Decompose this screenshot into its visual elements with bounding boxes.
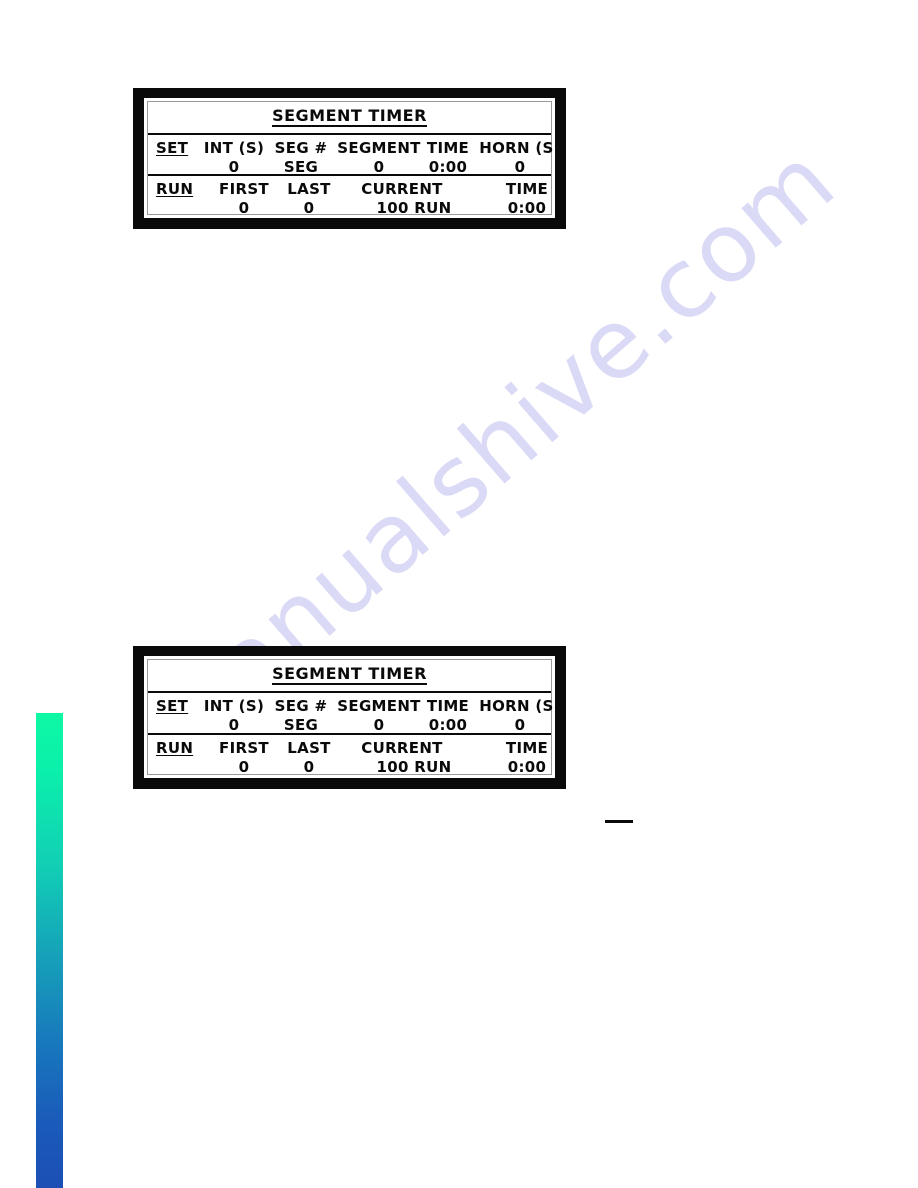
mode-label-run[interactable]: RUN xyxy=(156,740,193,756)
column-value-int-s[interactable]: 0 xyxy=(229,718,240,733)
column-header-last: LAST xyxy=(287,179,331,198)
column-value-first[interactable]: 0 xyxy=(239,200,250,216)
set-mode-section: SET INT (S) 0 SEG # SEG SEGMENT 0 TIME 0… xyxy=(148,693,560,735)
column-value-time-set[interactable]: 0:00 xyxy=(429,718,468,733)
column-header-horn-s: HORN (S) xyxy=(479,697,561,715)
mode-label-set[interactable]: SET xyxy=(156,699,188,714)
column-header-seg-num: SEG # xyxy=(274,697,328,715)
segment-timer-display-bottom: SEGMENT TIMER SET INT (S) 0 SEG # SEG SE… xyxy=(133,646,566,789)
page-title: SEGMENT TIMER xyxy=(272,107,427,128)
column-value-seg-num[interactable]: SEG xyxy=(284,160,318,175)
segment-timer-display-top: SEGMENT TIMER SET INT (S) 0 SEG # SEG SE… xyxy=(133,88,566,229)
column-value-first[interactable]: 0 xyxy=(239,759,250,775)
mode-label-set[interactable]: SET xyxy=(156,141,188,156)
column-value-seg-num[interactable]: SEG xyxy=(284,718,318,733)
column-value-int-s[interactable]: 0 xyxy=(229,160,240,175)
lcd-bezel-inner: SEGMENT TIMER SET INT (S) 0 SEG # SEG SE… xyxy=(144,656,560,778)
stray-dash-mark xyxy=(605,820,633,823)
column-header-horn-s: HORN (S) xyxy=(479,139,561,157)
column-value-horn-s[interactable]: 0 xyxy=(515,718,526,733)
column-value-time-run[interactable]: 0:00 xyxy=(508,200,547,216)
column-header-current: CURRENT xyxy=(361,179,443,198)
page-edge-gradient-bar xyxy=(36,713,63,1188)
column-header-time-set: TIME xyxy=(426,697,470,715)
column-value-time-set[interactable]: 0:00 xyxy=(429,160,468,175)
column-header-time-run: TIME xyxy=(505,179,549,198)
set-mode-section: SET INT (S) 0 SEG # SEG SEGMENT 0 TIME 0… xyxy=(148,135,560,176)
column-header-int-s: INT (S) xyxy=(203,697,265,715)
column-header-current: CURRENT xyxy=(361,738,443,757)
column-header-seg-num: SEG # xyxy=(274,139,328,157)
lcd-screen: SEGMENT TIMER SET INT (S) 0 SEG # SEG SE… xyxy=(147,101,560,215)
page-title: SEGMENT TIMER xyxy=(272,665,427,686)
column-header-first: FIRST xyxy=(219,179,269,198)
column-value-current[interactable]: 100 RUN xyxy=(377,759,452,775)
lcd-title-row: SEGMENT TIMER xyxy=(148,102,551,135)
column-value-segment[interactable]: 0 xyxy=(374,718,385,733)
column-value-last[interactable]: 0 xyxy=(304,200,315,216)
column-value-time-run[interactable]: 0:00 xyxy=(508,759,547,775)
run-mode-section: RUN FIRST 0 LAST 0 CURRENT 100 RUN TIME … xyxy=(148,735,551,775)
mode-label-run[interactable]: RUN xyxy=(156,181,193,197)
column-value-last[interactable]: 0 xyxy=(304,759,315,775)
lcd-bezel-inner: SEGMENT TIMER SET INT (S) 0 SEG # SEG SE… xyxy=(144,98,560,218)
run-mode-section: RUN FIRST 0 LAST 0 CURRENT 100 RUN TIME … xyxy=(148,176,551,215)
column-header-segment: SEGMENT xyxy=(337,139,421,157)
column-value-current[interactable]: 100 RUN xyxy=(377,200,452,216)
column-header-time-run: TIME xyxy=(505,738,549,757)
column-value-horn-s[interactable]: 0 xyxy=(515,160,526,175)
column-header-segment: SEGMENT xyxy=(337,697,421,715)
lcd-title-row: SEGMENT TIMER xyxy=(148,660,551,693)
column-header-int-s: INT (S) xyxy=(203,139,265,157)
lcd-screen: SEGMENT TIMER SET INT (S) 0 SEG # SEG SE… xyxy=(147,659,560,775)
column-header-time-set: TIME xyxy=(426,139,470,157)
column-header-first: FIRST xyxy=(219,738,269,757)
column-header-last: LAST xyxy=(287,738,331,757)
column-value-segment[interactable]: 0 xyxy=(374,160,385,175)
